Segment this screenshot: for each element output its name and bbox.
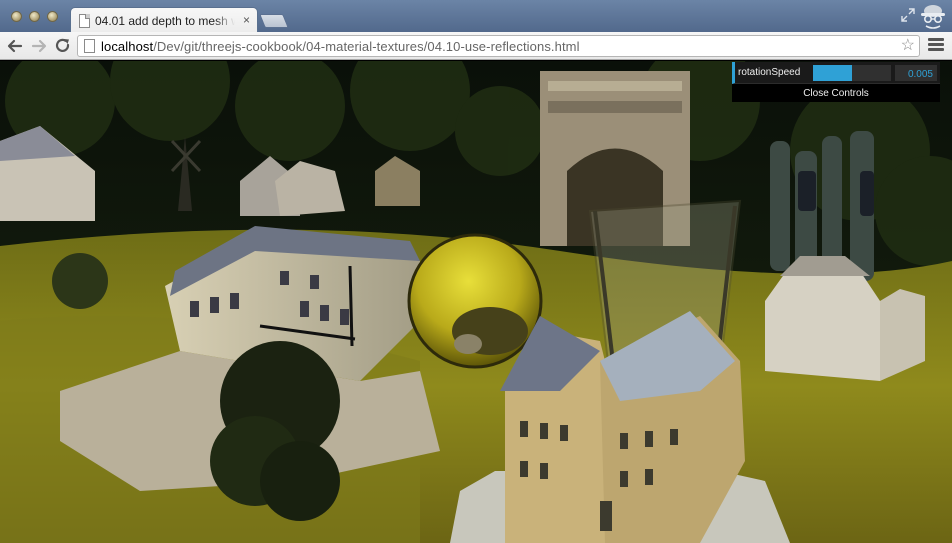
rotation-speed-input[interactable] — [895, 65, 937, 81]
new-tab-button[interactable] — [259, 14, 289, 28]
fullscreen-icon[interactable] — [901, 8, 915, 22]
minimize-window-button[interactable] — [29, 11, 40, 22]
address-bar[interactable]: localhost/Dev/git/threejs-cookbook/04-ma… — [77, 35, 920, 57]
browser-tab[interactable]: 04.01 add depth to mesh with × — [70, 7, 258, 33]
back-arrow-icon[interactable] — [6, 37, 24, 55]
reload-icon[interactable] — [54, 37, 72, 55]
tab-title: 04.01 add depth to mesh with — [95, 14, 235, 28]
page-icon — [84, 39, 95, 53]
zoom-window-button[interactable] — [47, 11, 58, 22]
slider-fill — [813, 65, 852, 81]
hamburger-menu-icon[interactable] — [928, 38, 944, 54]
rotation-speed-label: rotationSpeed — [738, 67, 801, 78]
webgl-canvas[interactable] — [0, 61, 952, 543]
scene-illustration — [0, 61, 952, 543]
star-icon[interactable]: ☆ — [901, 36, 915, 56]
controls-panel: rotationSpeed Close Controls — [732, 62, 940, 102]
tab-close-button[interactable]: × — [243, 13, 250, 27]
url-text[interactable]: localhost/Dev/git/threejs-cookbook/04-ma… — [101, 39, 580, 54]
forward-arrow-icon[interactable] — [30, 37, 48, 55]
close-controls-button[interactable]: Close Controls — [732, 84, 940, 102]
incognito-icon — [921, 5, 945, 29]
window-titlebar: 04.01 add depth to mesh with × — [0, 0, 952, 33]
close-window-button[interactable] — [11, 11, 22, 22]
rotation-speed-slider[interactable] — [813, 65, 891, 81]
rotation-speed-row: rotationSpeed — [732, 62, 940, 84]
browser-toolbar: localhost/Dev/git/threejs-cookbook/04-ma… — [0, 32, 952, 60]
page-icon — [79, 14, 90, 28]
